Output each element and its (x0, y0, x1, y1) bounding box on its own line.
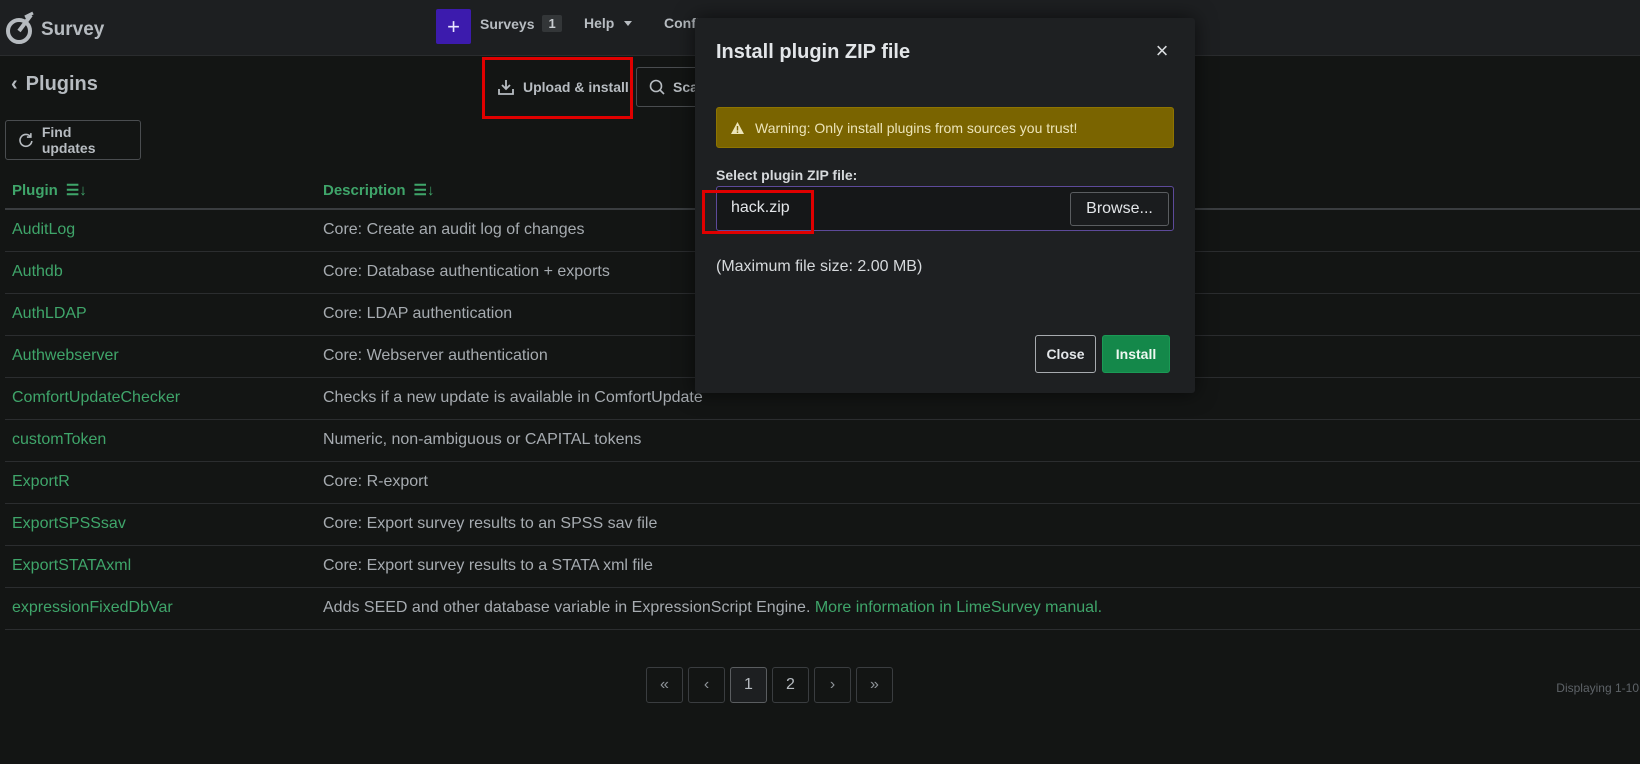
table-row: ExportR Core: R-export (5, 462, 1640, 504)
page-title-text: Plugins (25, 73, 98, 95)
page-title[interactable]: ‹ Plugins (11, 73, 98, 96)
modal-title: Install plugin ZIP file (716, 41, 911, 63)
install-button[interactable]: Install (1102, 335, 1170, 373)
table-row: customToken Numeric, non-ambiguous or CAP… (5, 420, 1640, 462)
warning-icon (731, 121, 744, 134)
last-page-button[interactable]: » (856, 667, 893, 703)
prev-page-button[interactable]: ‹ (688, 667, 725, 703)
displaying-count: Displaying 1-10 (1556, 681, 1639, 695)
plugin-description: Core: R-export (323, 473, 428, 491)
plugin-name-link[interactable]: AuditLog (12, 221, 75, 239)
find-updates-label: Find updates (41, 124, 96, 156)
plugin-description: Core: Database authentication + exports (323, 263, 610, 281)
plugin-name-link[interactable]: ExportR (12, 473, 70, 491)
sort-icon: ☰↓ (65, 182, 87, 199)
warning-text: Warning: Only install plugins from sourc… (755, 119, 1078, 136)
brand-logo[interactable]: Survey (5, 8, 104, 48)
highlight-box-upload (482, 57, 633, 119)
max-file-size-note: (Maximum file size: 2.00 MB) (716, 258, 923, 275)
plugin-name-link[interactable]: AuthLDAP (12, 305, 87, 323)
plugin-description-text: Checks if a new update is available in C… (323, 389, 703, 406)
plugin-name-link[interactable]: ExportSPSSsav (12, 515, 126, 533)
close-icon[interactable]: × (1153, 40, 1171, 62)
manual-link[interactable]: More information in LimeSurvey manual. (815, 599, 1102, 616)
plugin-description-text: Core: LDAP authentication (323, 305, 513, 322)
brand-name: Survey (41, 19, 105, 40)
nav-help-label: Help (584, 15, 615, 31)
plugin-description: Core: Webserver authentication (323, 347, 548, 365)
nav-help[interactable]: Help (584, 15, 633, 31)
plugin-name-link[interactable]: Authdb (12, 263, 63, 281)
sort-icon: ☰↓ (413, 182, 435, 199)
chevron-down-icon (624, 20, 633, 26)
plugin-description-text: Core: Database authentication + exports (323, 263, 610, 280)
plugin-name-link[interactable]: expressionFixedDbVar (12, 599, 173, 617)
plugin-description-text: Core: Export survey results to an SPSS s… (323, 515, 658, 532)
search-icon (649, 79, 665, 95)
plugin-description-text: Adds SEED and other database variable in… (323, 599, 815, 616)
pagination: « ‹ 1 2 › » (646, 667, 893, 703)
table-row: ExportSPSSsav Core: Export survey results… (5, 504, 1640, 546)
plugin-description-text: Numeric, non-ambiguous or CAPITAL tokens (323, 431, 642, 448)
nav-surveys[interactable]: Surveys 1 (480, 15, 562, 32)
plugin-description: Core: Create an audit log of changes (323, 221, 585, 239)
column-header-description[interactable]: Description ☰↓ (323, 181, 435, 200)
table-row: expressionFixedDbVar Adds SEED and other … (5, 588, 1640, 630)
next-page-button[interactable]: › (814, 667, 851, 703)
surveys-count-badge: 1 (542, 15, 562, 32)
first-page-button[interactable]: « (646, 667, 683, 703)
close-button[interactable]: Close (1035, 335, 1096, 373)
create-survey-button[interactable]: + (436, 9, 471, 44)
file-input-label: Select plugin ZIP file: (716, 167, 858, 183)
page-1-button[interactable]: 1 (730, 667, 767, 703)
plugin-description: Core: Export survey results to an SPSS s… (323, 515, 657, 533)
plugin-description: Checks if a new update is available in C… (323, 389, 703, 407)
plugin-name-link[interactable]: ComfortUpdateChecker (12, 389, 180, 407)
column-header-plugin[interactable]: Plugin ☰↓ (12, 181, 87, 200)
table-row: ExportSTATAxml Core: Export survey result… (5, 546, 1640, 588)
plugin-description: Core: LDAP authentication (323, 305, 512, 323)
warning-alert: Warning: Only install plugins from sourc… (716, 107, 1174, 148)
column-header-plugin-label: Plugin (12, 181, 58, 199)
plugin-description: Numeric, non-ambiguous or CAPITAL tokens (323, 431, 641, 449)
nav-surveys-label: Surveys (480, 15, 535, 32)
browse-button[interactable]: Browse... (1070, 192, 1169, 226)
back-chevron-icon: ‹ (11, 73, 18, 95)
limesurvey-logo-icon (6, 11, 34, 44)
plugin-name-link[interactable]: Authwebserver (12, 347, 119, 365)
page-2-button[interactable]: 2 (772, 667, 809, 703)
plugin-name-link[interactable]: customToken (12, 431, 106, 449)
plugin-description: Adds SEED and other database variable in… (323, 599, 1102, 617)
find-updates-button[interactable]: Find updates (5, 120, 141, 160)
refresh-icon (19, 133, 33, 148)
column-header-description-label: Description (323, 181, 406, 199)
plugin-description-text: Core: R-export (323, 473, 428, 490)
plugin-description-text: Core: Webserver authentication (323, 347, 548, 364)
plugin-name-link[interactable]: ExportSTATAxml (12, 557, 131, 575)
highlight-box-filename (702, 190, 814, 234)
plugin-description-text: Core: Create an audit log of changes (323, 221, 585, 238)
plugin-description-text: Core: Export survey results to a STATA x… (323, 557, 653, 574)
plugin-description: Core: Export survey results to a STATA x… (323, 557, 653, 575)
